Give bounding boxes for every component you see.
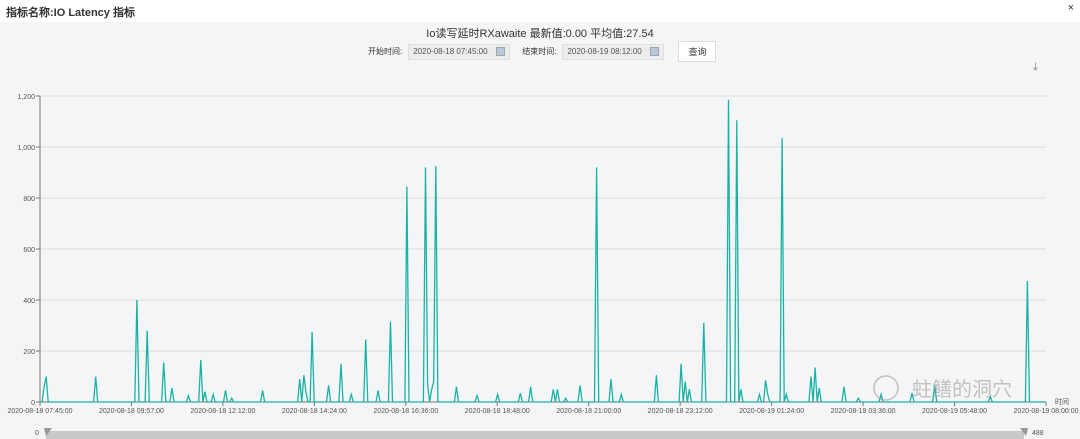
y-tick-label: 600 (23, 247, 35, 254)
x-tick-label: 2020-08-18 07:45:00 (8, 408, 73, 415)
x-tick-label: 2020-08-18 14:24:00 (282, 408, 347, 415)
slider-track[interactable] (46, 431, 1024, 439)
x-tick-label: 2020-08-18 23:12:00 (648, 408, 713, 415)
x-tick-label: 2020-08-18 09:57:00 (99, 408, 164, 415)
y-tick-label: 400 (23, 298, 35, 305)
watermark: 蛀鳝的洞穴 (912, 377, 1012, 401)
x-tick-label: 2020-08-18 16:36:00 (373, 408, 438, 415)
x-tick-label: 2020-08-19 08:00:00 (1014, 408, 1079, 415)
y-tick-label: 0 (31, 400, 35, 407)
wechat-icon (873, 375, 899, 401)
x-axis-label: 时间 (1055, 397, 1069, 406)
slider-min-label: 0 (35, 430, 39, 437)
x-tick-label: 2020-08-18 12:12:00 (190, 408, 255, 415)
latency-chart: 0 200 400 600 800 1,000 1,200 2020-08-18 07:45:… (8, 94, 1079, 439)
y-tick-label: 1,200 (17, 94, 35, 101)
y-tick-label: 200 (23, 349, 35, 356)
y-tick-label: 1,000 (17, 145, 35, 152)
y-tick-label: 800 (23, 196, 35, 203)
x-tick-label: 2020-08-19 01:24:00 (739, 408, 804, 415)
series-line (40, 99, 1046, 403)
x-tick-label: 2020-08-19 03:36:00 (831, 408, 896, 415)
x-tick-label: 2020-08-18 18:48:00 (465, 408, 530, 415)
x-tick-label: 2020-08-19 05:48:00 (922, 408, 987, 415)
slider-max-label: 488 (1032, 430, 1044, 437)
x-tick-label: 2020-08-18 21:00:00 (556, 408, 621, 415)
